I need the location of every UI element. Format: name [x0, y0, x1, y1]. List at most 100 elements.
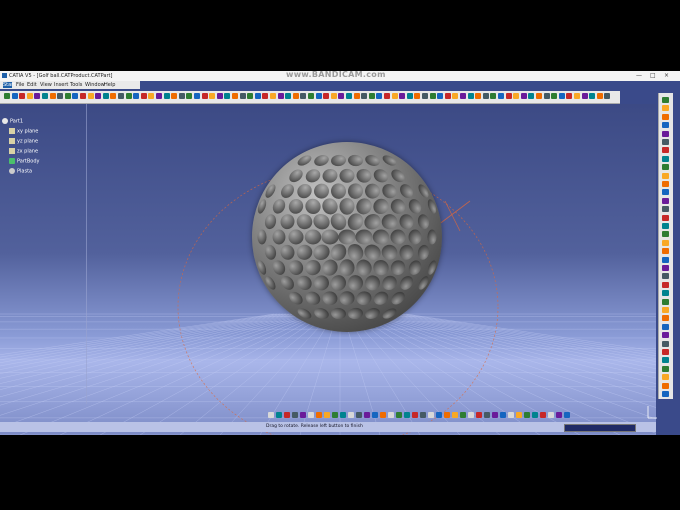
sketch-tool-icon[interactable]: [662, 298, 669, 305]
view-tool-icon[interactable]: [340, 412, 346, 418]
dimple: [296, 244, 313, 260]
sketch-tool-icon[interactable]: [662, 172, 669, 179]
sketch-tool-icon[interactable]: [662, 265, 669, 271]
view-tool-icon[interactable]: [284, 412, 290, 418]
golf-ball-dimples: [257, 154, 437, 320]
dimple: [288, 199, 304, 214]
view-tool-icon[interactable]: [332, 412, 338, 418]
partbody-icon: [9, 158, 15, 164]
sketch-tool-icon[interactable]: [662, 332, 669, 339]
tree-item-zx-plane[interactable]: zx plane: [9, 148, 38, 155]
sketch-tool-icon[interactable]: [662, 374, 669, 381]
command-input[interactable]: [564, 424, 636, 432]
tree-item-partbody[interactable]: PartBody: [9, 158, 40, 165]
sketch-tool-icon[interactable]: [662, 206, 669, 213]
sketch-tool-icon[interactable]: [662, 315, 669, 322]
view-tool-icon[interactable]: [380, 412, 386, 418]
view-tool-icon[interactable]: [452, 412, 458, 418]
plane-icon: [9, 128, 15, 134]
dimple: [356, 168, 372, 183]
view-tool-icon[interactable]: [268, 412, 274, 418]
dimple: [400, 275, 413, 290]
tree-item-plasta[interactable]: Plasta: [9, 168, 32, 175]
sketch-tool-icon[interactable]: [662, 122, 669, 129]
view-tool-icon[interactable]: [364, 412, 370, 418]
view-tool-icon[interactable]: [404, 412, 410, 418]
sketch-tool-icon[interactable]: [662, 155, 669, 162]
sketch-tool-icon[interactable]: [662, 139, 669, 145]
sketch-tool-icon[interactable]: [662, 349, 669, 355]
sketch-tool-icon[interactable]: [662, 239, 669, 246]
view-tool-icon[interactable]: [508, 412, 514, 418]
view-tool-icon[interactable]: [444, 412, 450, 418]
view-tool-icon[interactable]: [324, 412, 330, 418]
sketch-tool-icon[interactable]: [662, 214, 669, 221]
dimple: [365, 183, 380, 199]
view-tool-icon[interactable]: [492, 412, 498, 418]
dimple: [382, 275, 397, 291]
dimple: [390, 199, 406, 214]
golf-ball-model[interactable]: [252, 142, 442, 332]
sketch-tool-icon[interactable]: [662, 357, 669, 364]
view-tool-icon[interactable]: [564, 412, 570, 418]
sketch-tool-icon[interactable]: [662, 130, 669, 137]
sketch-tool-icon[interactable]: [662, 273, 669, 280]
sketch-tool-icon[interactable]: [662, 97, 669, 103]
sketch-tool-icon[interactable]: [662, 391, 669, 397]
sketch-tool-icon[interactable]: [662, 281, 669, 288]
dimple: [365, 275, 380, 291]
view-tool-icon[interactable]: [308, 412, 314, 418]
view-tool-icon[interactable]: [500, 412, 506, 418]
view-tool-icon[interactable]: [524, 412, 530, 418]
view-tool-icon[interactable]: [396, 412, 402, 418]
view-tool-icon[interactable]: [540, 412, 546, 418]
view-tool-icon[interactable]: [428, 412, 434, 418]
dimple: [331, 154, 346, 167]
tree-root[interactable]: Part1: [2, 118, 23, 125]
dimple: [272, 229, 286, 245]
sketch-tool-icon[interactable]: [662, 248, 669, 255]
sketch-tool-icon[interactable]: [662, 323, 669, 330]
view-tool-icon[interactable]: [436, 412, 442, 418]
view-tool-icon[interactable]: [356, 412, 362, 418]
sketch-tool-icon[interactable]: [662, 307, 669, 313]
dimple: [339, 259, 355, 276]
view-tool-icon[interactable]: [412, 412, 418, 418]
sketch-tool-icon[interactable]: [662, 147, 669, 154]
view-tool-icon[interactable]: [420, 412, 426, 418]
sketch-tool-icon[interactable]: [662, 231, 669, 238]
sketch-tool-icon[interactable]: [662, 189, 669, 196]
sketch-tool-icon[interactable]: [662, 340, 669, 347]
dimple: [382, 155, 397, 166]
view-tool-icon[interactable]: [292, 412, 298, 418]
sketch-tool-icon[interactable]: [662, 382, 669, 389]
view-tool-icon[interactable]: [468, 412, 474, 418]
sketch-tool-icon[interactable]: [662, 164, 669, 171]
sketch-tool-icon[interactable]: [662, 181, 669, 187]
sketch-tool-icon[interactable]: [662, 365, 669, 372]
view-tool-icon[interactable]: [548, 412, 554, 418]
view-tool-icon[interactable]: [516, 412, 522, 418]
sketch-tool-icon[interactable]: [662, 290, 669, 297]
tree-item-label: yz plane: [17, 138, 39, 145]
sketch-tool-icon[interactable]: [662, 105, 669, 112]
sketch-tool-icon[interactable]: [662, 197, 669, 204]
view-tool-icon[interactable]: [476, 412, 482, 418]
sketch-tool-icon[interactable]: [662, 223, 669, 229]
view-tool-icon[interactable]: [300, 412, 306, 418]
view-tool-icon[interactable]: [276, 412, 282, 418]
dimple: [391, 169, 405, 183]
view-tool-icon[interactable]: [556, 412, 562, 418]
dimple: [280, 214, 295, 230]
view-tool-icon[interactable]: [372, 412, 378, 418]
sketch-tool-icon[interactable]: [662, 113, 669, 120]
view-tool-icon[interactable]: [532, 412, 538, 418]
view-tool-icon[interactable]: [484, 412, 490, 418]
tree-item-yz-plane[interactable]: yz plane: [9, 138, 38, 145]
view-tool-icon[interactable]: [348, 412, 354, 418]
view-tool-icon[interactable]: [460, 412, 466, 418]
sketch-tool-icon[interactable]: [662, 256, 669, 263]
view-tool-icon[interactable]: [388, 412, 394, 418]
view-tool-icon[interactable]: [316, 412, 322, 418]
tree-item-xy-plane[interactable]: xy plane: [9, 128, 38, 135]
